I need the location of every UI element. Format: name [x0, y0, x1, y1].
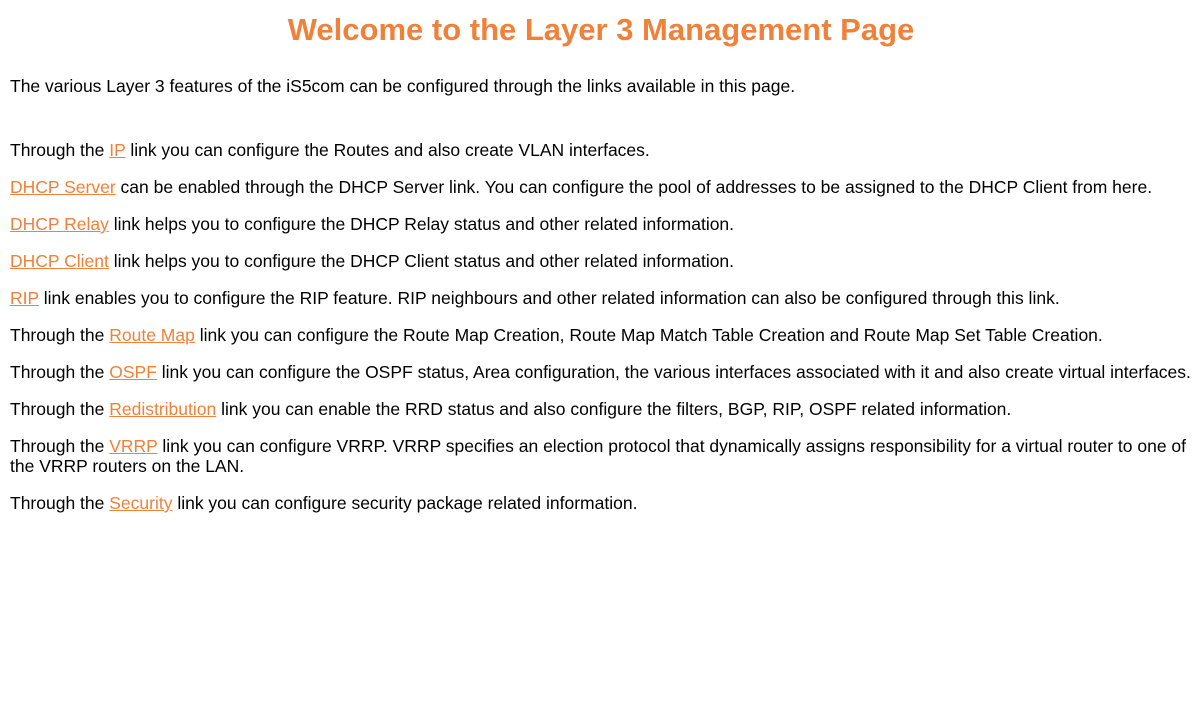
item-text-before: Through the: [10, 140, 110, 160]
item-text-after: link you can enable the RRD status and a…: [216, 399, 1012, 419]
item-rip: RIP link enables you to configure the RI…: [10, 288, 1192, 308]
security-link[interactable]: Security: [109, 493, 172, 513]
dhcp-client-link[interactable]: DHCP Client: [10, 251, 109, 271]
item-text-after: link you can configure the OSPF status, …: [156, 362, 1191, 382]
ip-link[interactable]: IP: [109, 140, 125, 160]
item-text-after: link enables you to configure the RIP fe…: [38, 288, 1060, 308]
intro-text: The various Layer 3 features of the iS5c…: [10, 76, 796, 96]
item-ip: Through the IP link you can configure th…: [10, 140, 1192, 160]
item-route-map: Through the Route Map link you can confi…: [10, 325, 1192, 345]
item-dhcp-client: DHCP Client link helps you to configure …: [10, 251, 1192, 271]
item-text-after: link helps you to configure the DHCP Cli…: [108, 251, 735, 271]
dhcp-relay-link[interactable]: DHCP Relay: [10, 214, 109, 234]
item-redistribution: Through the Redistribution link you can …: [10, 399, 1192, 419]
item-text-after: link you can configure the Route Map Cre…: [194, 325, 1103, 345]
item-security: Through the Security link you can config…: [10, 493, 1192, 513]
vrrp-link[interactable]: VRRP: [109, 436, 157, 456]
item-vrrp: Through the VRRP link you can configure …: [10, 436, 1192, 476]
item-text-after: link you can configure VRRP. VRRP specif…: [10, 436, 1187, 476]
item-text-before: Through the: [10, 325, 110, 345]
item-text-before: Through the: [10, 362, 110, 382]
page-title: Welcome to the Layer 3 Management Page: [287, 12, 915, 47]
item-text-before: Through the: [10, 436, 110, 456]
item-text-after: link you can configure the Routes and al…: [125, 140, 650, 160]
item-text-after: link helps you to configure the DHCP Rel…: [108, 214, 735, 234]
rip-link[interactable]: RIP: [10, 288, 39, 308]
redistribution-link[interactable]: Redistribution: [109, 399, 216, 419]
item-dhcp-server: DHCP Server can be enabled through the D…: [10, 177, 1192, 197]
route-map-link[interactable]: Route Map: [109, 325, 195, 345]
item-text-after: link you can configure security package …: [172, 493, 638, 513]
item-text-before: Through the: [10, 399, 110, 419]
dhcp-server-link[interactable]: DHCP Server: [10, 177, 116, 197]
item-text-before: Through the: [10, 493, 110, 513]
item-text-after: can be enabled through the DHCP Server l…: [115, 177, 1153, 197]
layer3-management-page: Welcome to the Layer 3 Management Page T…: [0, 0, 1202, 717]
item-dhcp-relay: DHCP Relay link helps you to configure t…: [10, 214, 1192, 234]
feature-list: Through the IP link you can configure th…: [10, 140, 1202, 513]
item-ospf: Through the OSPF link you can configure …: [10, 362, 1192, 382]
ospf-link[interactable]: OSPF: [109, 362, 157, 382]
